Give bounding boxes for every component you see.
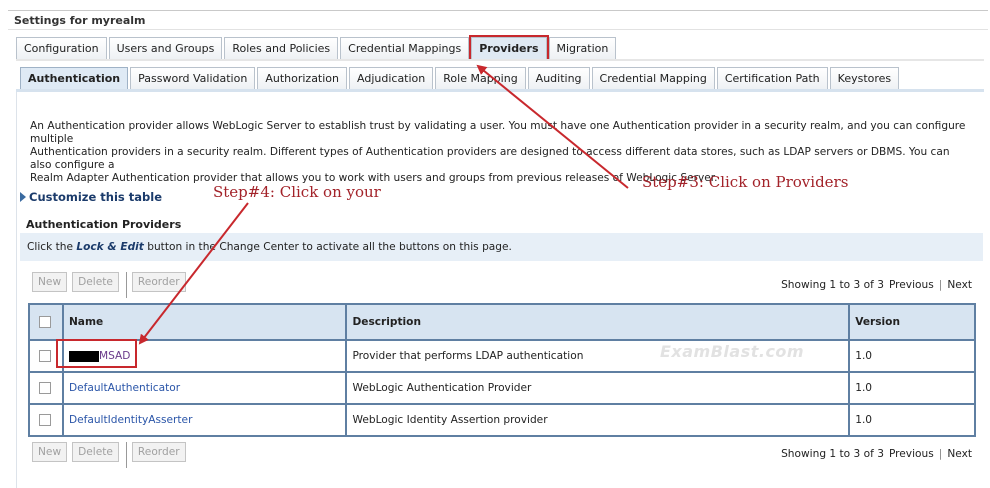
pager-separator: | [938, 448, 943, 460]
tab-users-and-groups[interactable]: Users and Groups [108, 37, 223, 59]
subtab-credential-mapping[interactable]: Credential Mapping [591, 67, 715, 89]
column-header-version[interactable]: Version [848, 303, 976, 341]
table-row: DefaultIdentityAsserter WebLogic Identit… [28, 403, 976, 437]
version-cell: 1.0 [848, 371, 976, 405]
subtab-authorization[interactable]: Authorization [257, 67, 348, 89]
subtab-role-mapping[interactable]: Role Mapping [435, 67, 526, 89]
provider-link-defaultauthenticator[interactable]: DefaultAuthenticator [69, 382, 180, 394]
toolbar-top: New Delete Reorder [32, 272, 186, 298]
pager-separator: | [938, 279, 943, 291]
description-cell: WebLogic Identity Assertion provider [345, 403, 851, 437]
pager-showing: Showing 1 to 3 of 3 [781, 279, 884, 291]
pager-previous[interactable]: Previous [889, 448, 934, 460]
lock-msg-before: Click the [27, 241, 77, 253]
delete-button[interactable]: Delete [72, 272, 119, 292]
pager-showing: Showing 1 to 3 of 3 [781, 448, 884, 460]
tab-providers[interactable]: Providers [469, 35, 549, 61]
column-header-name[interactable]: Name [61, 303, 348, 341]
panel-title: Settings for myrealm [8, 10, 988, 30]
pager-bottom: Showing 1 to 3 of 3 Previous | Next [781, 448, 972, 460]
section-title: Authentication Providers [26, 218, 182, 231]
intro-line-1: An Authentication provider allows WebLog… [30, 120, 966, 145]
description-cell: WebLogic Authentication Provider [345, 371, 851, 405]
providers-table: Name Description Version MSAD Provider t… [28, 303, 976, 437]
customize-label: Customize this table [29, 190, 162, 204]
sub-tabs: Authentication Password Validation Autho… [20, 67, 901, 89]
name-cell: DefaultIdentityAsserter [61, 403, 348, 437]
table-row: DefaultAuthenticator WebLogic Authentica… [28, 371, 976, 405]
version-cell: 1.0 [848, 339, 976, 373]
row-checkbox[interactable] [39, 382, 52, 394]
select-all-checkbox[interactable] [39, 316, 52, 328]
annotation-step3: Step#3: Click on Providers [642, 173, 849, 191]
row-checkbox[interactable] [39, 350, 52, 362]
version-cell: 1.0 [848, 403, 976, 437]
tab-credential-mappings[interactable]: Credential Mappings [340, 37, 470, 59]
select-all-header [28, 303, 64, 341]
column-header-description[interactable]: Description [345, 303, 851, 341]
subtab-adjudication[interactable]: Adjudication [349, 67, 434, 89]
intro-line-2: Authentication providers in a security r… [30, 146, 950, 171]
expand-triangle-icon [20, 192, 26, 202]
tab-migration[interactable]: Migration [548, 37, 617, 59]
toolbar-separator [125, 442, 127, 468]
pager-top: Showing 1 to 3 of 3 Previous | Next [781, 279, 972, 291]
subtab-password-validation[interactable]: Password Validation [130, 67, 256, 89]
annotation-step4: Step#4: Click on your [213, 183, 381, 201]
lock-edit-message: Click the Lock & Edit button in the Chan… [20, 233, 983, 261]
delete-button[interactable]: Delete [72, 442, 119, 462]
watermark: ExamBlast.com [660, 342, 805, 361]
subtab-auditing[interactable]: Auditing [527, 67, 590, 89]
pager-next[interactable]: Next [947, 279, 972, 291]
customize-table-link[interactable]: Customize this table [20, 190, 162, 204]
table-header-row: Name Description Version [28, 303, 976, 341]
msad-highlight-box [56, 339, 137, 368]
row-select-cell [28, 371, 64, 405]
lock-msg-after: button in the Change Center to activate … [143, 241, 512, 253]
pager-next[interactable]: Next [947, 448, 972, 460]
reorder-button[interactable]: Reorder [131, 272, 186, 292]
lock-edit-emphasis: Lock & Edit [76, 241, 144, 253]
row-select-cell [28, 403, 64, 437]
new-button[interactable]: New [32, 272, 68, 292]
provider-link-defaultidentityasserter[interactable]: DefaultIdentityAsserter [69, 414, 193, 426]
main-tabs: Configuration Users and Groups Roles and… [16, 35, 618, 61]
tab-roles-and-policies[interactable]: Roles and Policies [224, 37, 339, 59]
tab-configuration[interactable]: Configuration [16, 37, 107, 59]
row-checkbox[interactable] [39, 414, 52, 426]
subtab-keystores[interactable]: Keystores [829, 67, 900, 89]
toolbar-bottom: New Delete Reorder [32, 442, 186, 468]
pager-previous[interactable]: Previous [889, 279, 934, 291]
subtab-authentication[interactable]: Authentication [20, 67, 129, 89]
table-row: MSAD Provider that performs LDAP authent… [28, 339, 976, 373]
subtab-certification-path[interactable]: Certification Path [716, 67, 828, 89]
reorder-button[interactable]: Reorder [131, 442, 186, 462]
tab-divider [16, 59, 984, 61]
new-button[interactable]: New [32, 442, 68, 462]
name-cell: DefaultAuthenticator [61, 371, 348, 405]
toolbar-separator [125, 272, 127, 298]
